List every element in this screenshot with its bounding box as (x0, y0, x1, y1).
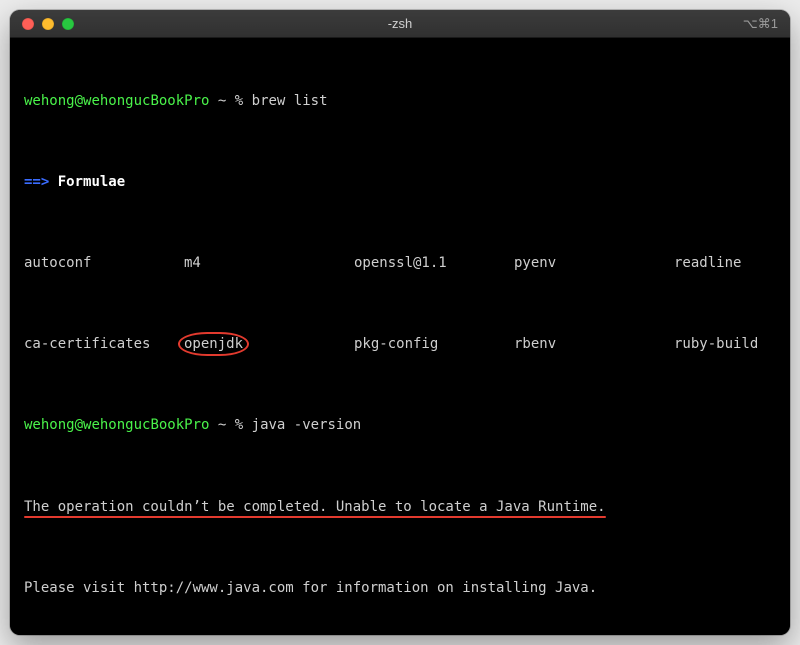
traffic-lights (10, 18, 74, 30)
prompt-host: wehongucBookPro (83, 93, 209, 109)
pkg-m4: m4 (184, 253, 354, 273)
pkg-ca-certificates: ca-certificates (24, 334, 184, 354)
formulae-header: ==> Formulae (24, 172, 776, 192)
pkg-ruby-build: ruby-build (674, 334, 776, 354)
formulae-label: Formulae (58, 174, 125, 190)
minimize-icon[interactable] (42, 18, 54, 30)
terminal-content[interactable]: wehong@wehongucBookPro ~ % brew list ==>… (10, 38, 790, 635)
pkg-readline: readline (674, 253, 776, 273)
pkg-openssl: openssl@1.1 (354, 253, 514, 273)
window-shortcut-hint: ⌥⌘1 (743, 16, 778, 32)
zoom-icon[interactable] (62, 18, 74, 30)
titlebar[interactable]: -zsh ⌥⌘1 (10, 10, 790, 38)
window-title: -zsh (10, 16, 790, 31)
packages-row-1: autoconf m4 openssl@1.1 pyenv readline (24, 253, 776, 273)
command-java-version: java -version (252, 417, 362, 433)
prompt-line-1: wehong@wehongucBookPro ~ % brew list (24, 91, 776, 111)
pkg-autoconf: autoconf (24, 253, 184, 273)
error-output: The operation couldn’t be completed. Una… (24, 497, 776, 517)
prompt-at: @ (75, 93, 83, 109)
pkg-rbenv: rbenv (514, 334, 674, 354)
prompt-line-2: wehong@wehongucBookPro ~ % java -version (24, 415, 776, 435)
close-icon[interactable] (22, 18, 34, 30)
terminal-window: -zsh ⌥⌘1 wehong@wehongucBookPro ~ % brew… (10, 10, 790, 635)
prompt-symbol: % (235, 93, 243, 109)
pkg-pyenv: pyenv (514, 253, 674, 273)
command-brew-list: brew list (252, 93, 328, 109)
info-output: Please visit http://www.java.com for inf… (24, 578, 776, 598)
pkg-pkg-config: pkg-config (354, 334, 514, 354)
prompt-user: wehong (24, 93, 75, 109)
packages-row-2: ca-certificates openjdk pkg-config rbenv… (24, 334, 776, 354)
arrow-icon: ==> (24, 174, 49, 190)
annotation-underline: The operation couldn’t be completed. Una… (24, 497, 606, 517)
pkg-openjdk: openjdk (184, 334, 354, 354)
prompt-path: ~ (218, 93, 226, 109)
